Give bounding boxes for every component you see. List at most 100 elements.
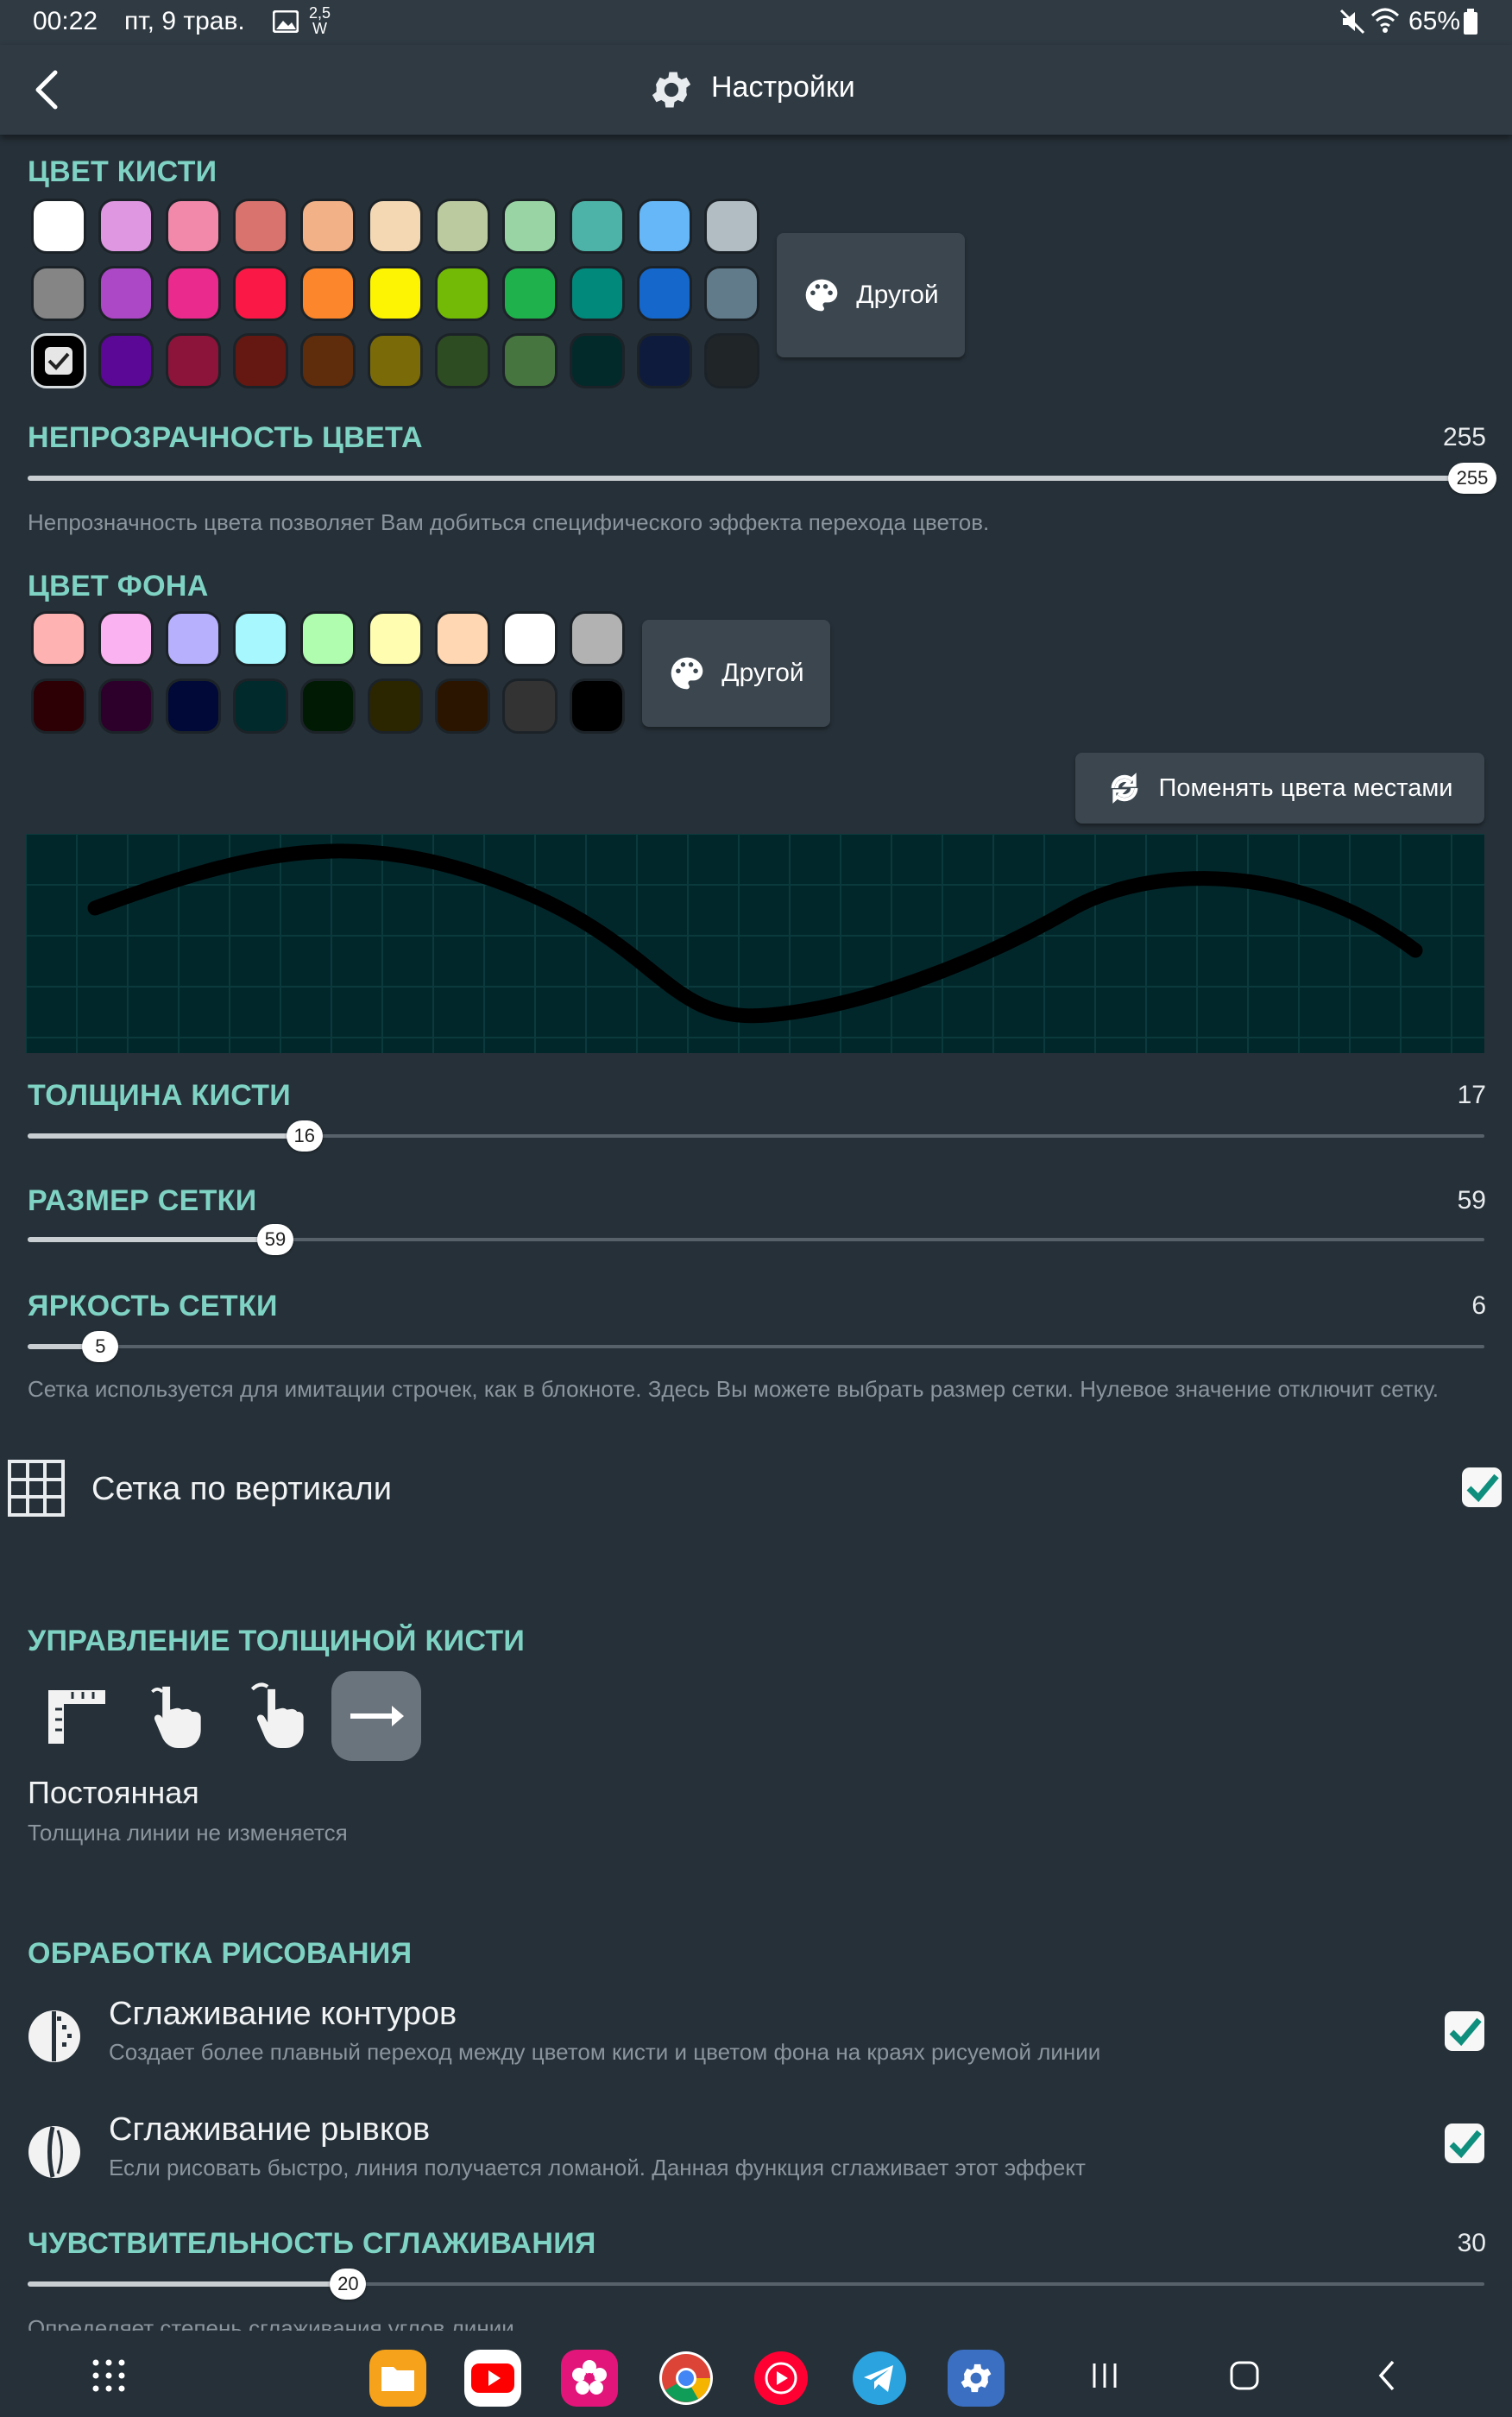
background-color-swatch[interactable] <box>502 611 558 666</box>
app-bar: Настройки <box>0 45 1512 135</box>
background-color-swatch[interactable] <box>98 678 154 734</box>
width-mode-name: Постоянная <box>28 1775 199 1810</box>
slider-thumb[interactable]: 255 <box>1448 463 1496 494</box>
status-time: 00:22 <box>33 7 98 35</box>
brush-color-swatch[interactable] <box>98 266 154 321</box>
brush-color-swatch[interactable] <box>166 333 221 388</box>
brush-color-swatch[interactable] <box>300 333 356 388</box>
jerk-smoothing-checkbox[interactable] <box>1445 2124 1484 2163</box>
vertical-grid-checkbox[interactable] <box>1462 1467 1502 1507</box>
back-icon[interactable] <box>29 67 64 112</box>
grid-size-value: 59 <box>1457 1186 1486 1215</box>
background-color-swatch[interactable] <box>435 678 490 734</box>
smoothing-sensitivity-description: Определяет степень сглаживания углов лин… <box>28 2315 514 2331</box>
wifi-icon <box>1370 8 1400 33</box>
width-mode-description: Толщина линии не изменяется <box>28 1820 348 1846</box>
brush-color-swatch[interactable] <box>233 266 288 321</box>
check-icon <box>1449 2130 1482 2159</box>
brush-color-swatch[interactable] <box>368 333 423 388</box>
background-color-swatch[interactable] <box>166 611 221 666</box>
background-color-swatch[interactable] <box>233 611 288 666</box>
slider-track[interactable] <box>28 1345 1484 1348</box>
processing-title: ОБРАБОТКА РИСОВАНИЯ <box>28 1937 413 1970</box>
jerk-smoothing-row[interactable]: Сглаживание рывков Если рисовать быстро,… <box>0 2101 1512 2196</box>
slider-fill <box>28 476 1484 481</box>
background-color-swatch[interactable] <box>570 678 625 734</box>
antialiasing-desc: Создает более плавный переход между цвет… <box>109 2039 1101 2065</box>
brush-color-swatch[interactable] <box>502 266 558 321</box>
jerk-smoothing-title: Сглаживание рывков <box>109 2111 431 2148</box>
slider-thumb[interactable]: 5 <box>82 1331 119 1362</box>
brush-color-swatch[interactable] <box>31 333 86 388</box>
brush-color-swatch[interactable] <box>31 266 86 321</box>
ruler-icon[interactable] <box>43 1683 110 1751</box>
brush-color-swatch[interactable] <box>98 333 154 388</box>
recent-apps-icon[interactable] <box>1089 2360 1120 2391</box>
files-app-icon[interactable] <box>369 2350 426 2407</box>
background-color-swatch[interactable] <box>31 678 86 734</box>
brush-other-color-button[interactable]: Другой <box>777 233 965 357</box>
flower-app-icon[interactable] <box>561 2350 618 2407</box>
background-color-swatch[interactable] <box>502 678 558 734</box>
brush-color-swatch[interactable] <box>570 199 625 254</box>
grid-description: Сетка используется для имитации строчек,… <box>28 1376 1440 1402</box>
brush-color-swatch[interactable] <box>570 266 625 321</box>
background-color-swatch[interactable] <box>570 611 625 666</box>
brush-color-swatch[interactable] <box>502 199 558 254</box>
home-icon[interactable] <box>1229 2360 1260 2391</box>
constant-mode-button[interactable] <box>331 1671 421 1761</box>
brush-color-swatch[interactable] <box>704 199 759 254</box>
brush-color-swatch[interactable] <box>166 266 221 321</box>
brush-color-swatch[interactable] <box>637 266 692 321</box>
brush-color-swatch[interactable] <box>570 333 625 388</box>
hand-speed-icon[interactable] <box>247 1682 309 1751</box>
brush-color-swatch[interactable] <box>502 333 558 388</box>
slider-thumb[interactable]: 16 <box>286 1120 323 1152</box>
chrome-app-icon[interactable] <box>658 2350 715 2407</box>
brush-color-swatch[interactable] <box>233 333 288 388</box>
brush-color-swatch[interactable] <box>98 199 154 254</box>
brush-color-swatch[interactable] <box>637 333 692 388</box>
hand-pressure-icon[interactable] <box>147 1682 209 1751</box>
youtube-music-app-icon[interactable] <box>753 2350 810 2407</box>
brush-color-swatch[interactable] <box>300 199 356 254</box>
youtube-app-icon[interactable] <box>464 2350 521 2407</box>
smoothing-icon <box>28 2126 80 2178</box>
background-color-swatch[interactable] <box>31 611 86 666</box>
brush-color-swatch[interactable] <box>637 199 692 254</box>
brush-color-swatch[interactable] <box>31 199 86 254</box>
brush-color-swatch[interactable] <box>435 199 490 254</box>
slider-thumb[interactable]: 20 <box>330 2269 367 2300</box>
antialiasing-checkbox[interactable] <box>1445 2011 1484 2051</box>
background-color-swatch[interactable] <box>233 678 288 734</box>
brush-color-swatch[interactable] <box>704 333 759 388</box>
app-drawer-icon[interactable] <box>91 2358 126 2393</box>
width-control-title: УПРАВЛЕНИЕ ТОЛЩИНОЙ КИСТИ <box>28 1625 526 1657</box>
background-color-swatch[interactable] <box>300 678 356 734</box>
brush-color-swatch[interactable] <box>435 266 490 321</box>
back-nav-icon[interactable] <box>1374 2358 1400 2393</box>
antialiasing-row[interactable]: Сглаживание контуров Создает более плавн… <box>0 1985 1512 2080</box>
check-icon <box>45 347 72 375</box>
background-color-swatch[interactable] <box>368 678 423 734</box>
brush-color-swatch[interactable] <box>368 266 423 321</box>
brush-color-swatch[interactable] <box>300 266 356 321</box>
vertical-grid-row[interactable]: Сетка по вертикали <box>0 1442 1512 1537</box>
background-color-swatch[interactable] <box>98 611 154 666</box>
swap-colors-button[interactable]: Поменять цвета местами <box>1075 753 1484 824</box>
brush-color-swatch[interactable] <box>368 199 423 254</box>
settings-app-icon[interactable] <box>948 2350 1005 2407</box>
brush-color-swatch[interactable] <box>435 333 490 388</box>
slider-thumb[interactable]: 59 <box>256 1224 293 1255</box>
brush-color-swatch[interactable] <box>704 266 759 321</box>
palette-icon <box>805 279 838 312</box>
background-other-color-button[interactable]: Другой <box>642 620 830 727</box>
background-color-swatch[interactable] <box>300 611 356 666</box>
background-color-swatch[interactable] <box>166 678 221 734</box>
brush-color-swatch[interactable] <box>233 199 288 254</box>
telegram-app-icon[interactable] <box>851 2350 908 2407</box>
background-color-swatch[interactable] <box>368 611 423 666</box>
background-color-swatch[interactable] <box>435 611 490 666</box>
swap-icon <box>1111 773 1137 804</box>
brush-color-swatch[interactable] <box>166 199 221 254</box>
